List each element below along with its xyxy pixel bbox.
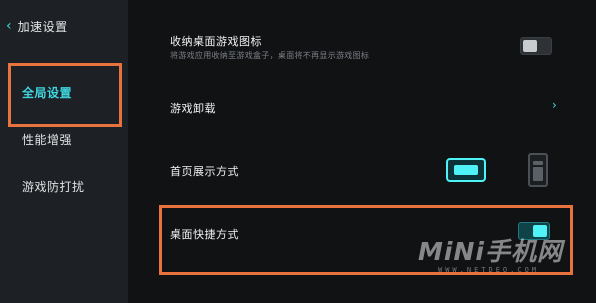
back-button[interactable]: ‹ 加速设置 — [6, 15, 68, 37]
sidebar-item-performance[interactable]: 性能增强 — [22, 131, 72, 148]
portrait-icon-top — [533, 161, 543, 165]
sidebar: ‹ 加速设置 全局设置 性能增强 游戏防打扰 — [0, 0, 128, 303]
portrait-mode-option[interactable] — [528, 153, 548, 187]
sidebar-item-anti-disturb[interactable]: 游戏防打扰 — [22, 178, 85, 195]
collapse-icons-toggle[interactable] — [520, 37, 552, 55]
landscape-icon — [454, 165, 478, 175]
toggle-knob — [533, 225, 547, 237]
uninstall-title[interactable]: 游戏卸载 — [170, 100, 216, 116]
chevron-right-icon[interactable]: › — [552, 98, 557, 112]
desktop-shortcut-toggle[interactable] — [518, 222, 550, 240]
landscape-mode-option[interactable] — [446, 158, 486, 182]
chevron-left-icon: ‹ — [6, 18, 12, 34]
sidebar-item-global-settings[interactable]: 全局设置 — [22, 84, 72, 101]
toggle-knob — [523, 40, 537, 52]
settings-panel: 收纳桌面游戏图标 将游戏应用收纳至游戏盒子，桌面将不再显示游戏图标 游戏卸载 ›… — [128, 0, 596, 303]
back-label: 加速设置 — [17, 19, 68, 34]
collapse-icons-subtitle: 将游戏应用收纳至游戏盒子，桌面将不再显示游戏图标 — [170, 51, 370, 60]
desktop-shortcut-title: 桌面快捷方式 — [170, 228, 239, 241]
portrait-icon-body — [533, 167, 543, 181]
home-display-title: 首页展示方式 — [170, 165, 239, 178]
collapse-icons-title: 收纳桌面游戏图标 — [170, 35, 262, 48]
